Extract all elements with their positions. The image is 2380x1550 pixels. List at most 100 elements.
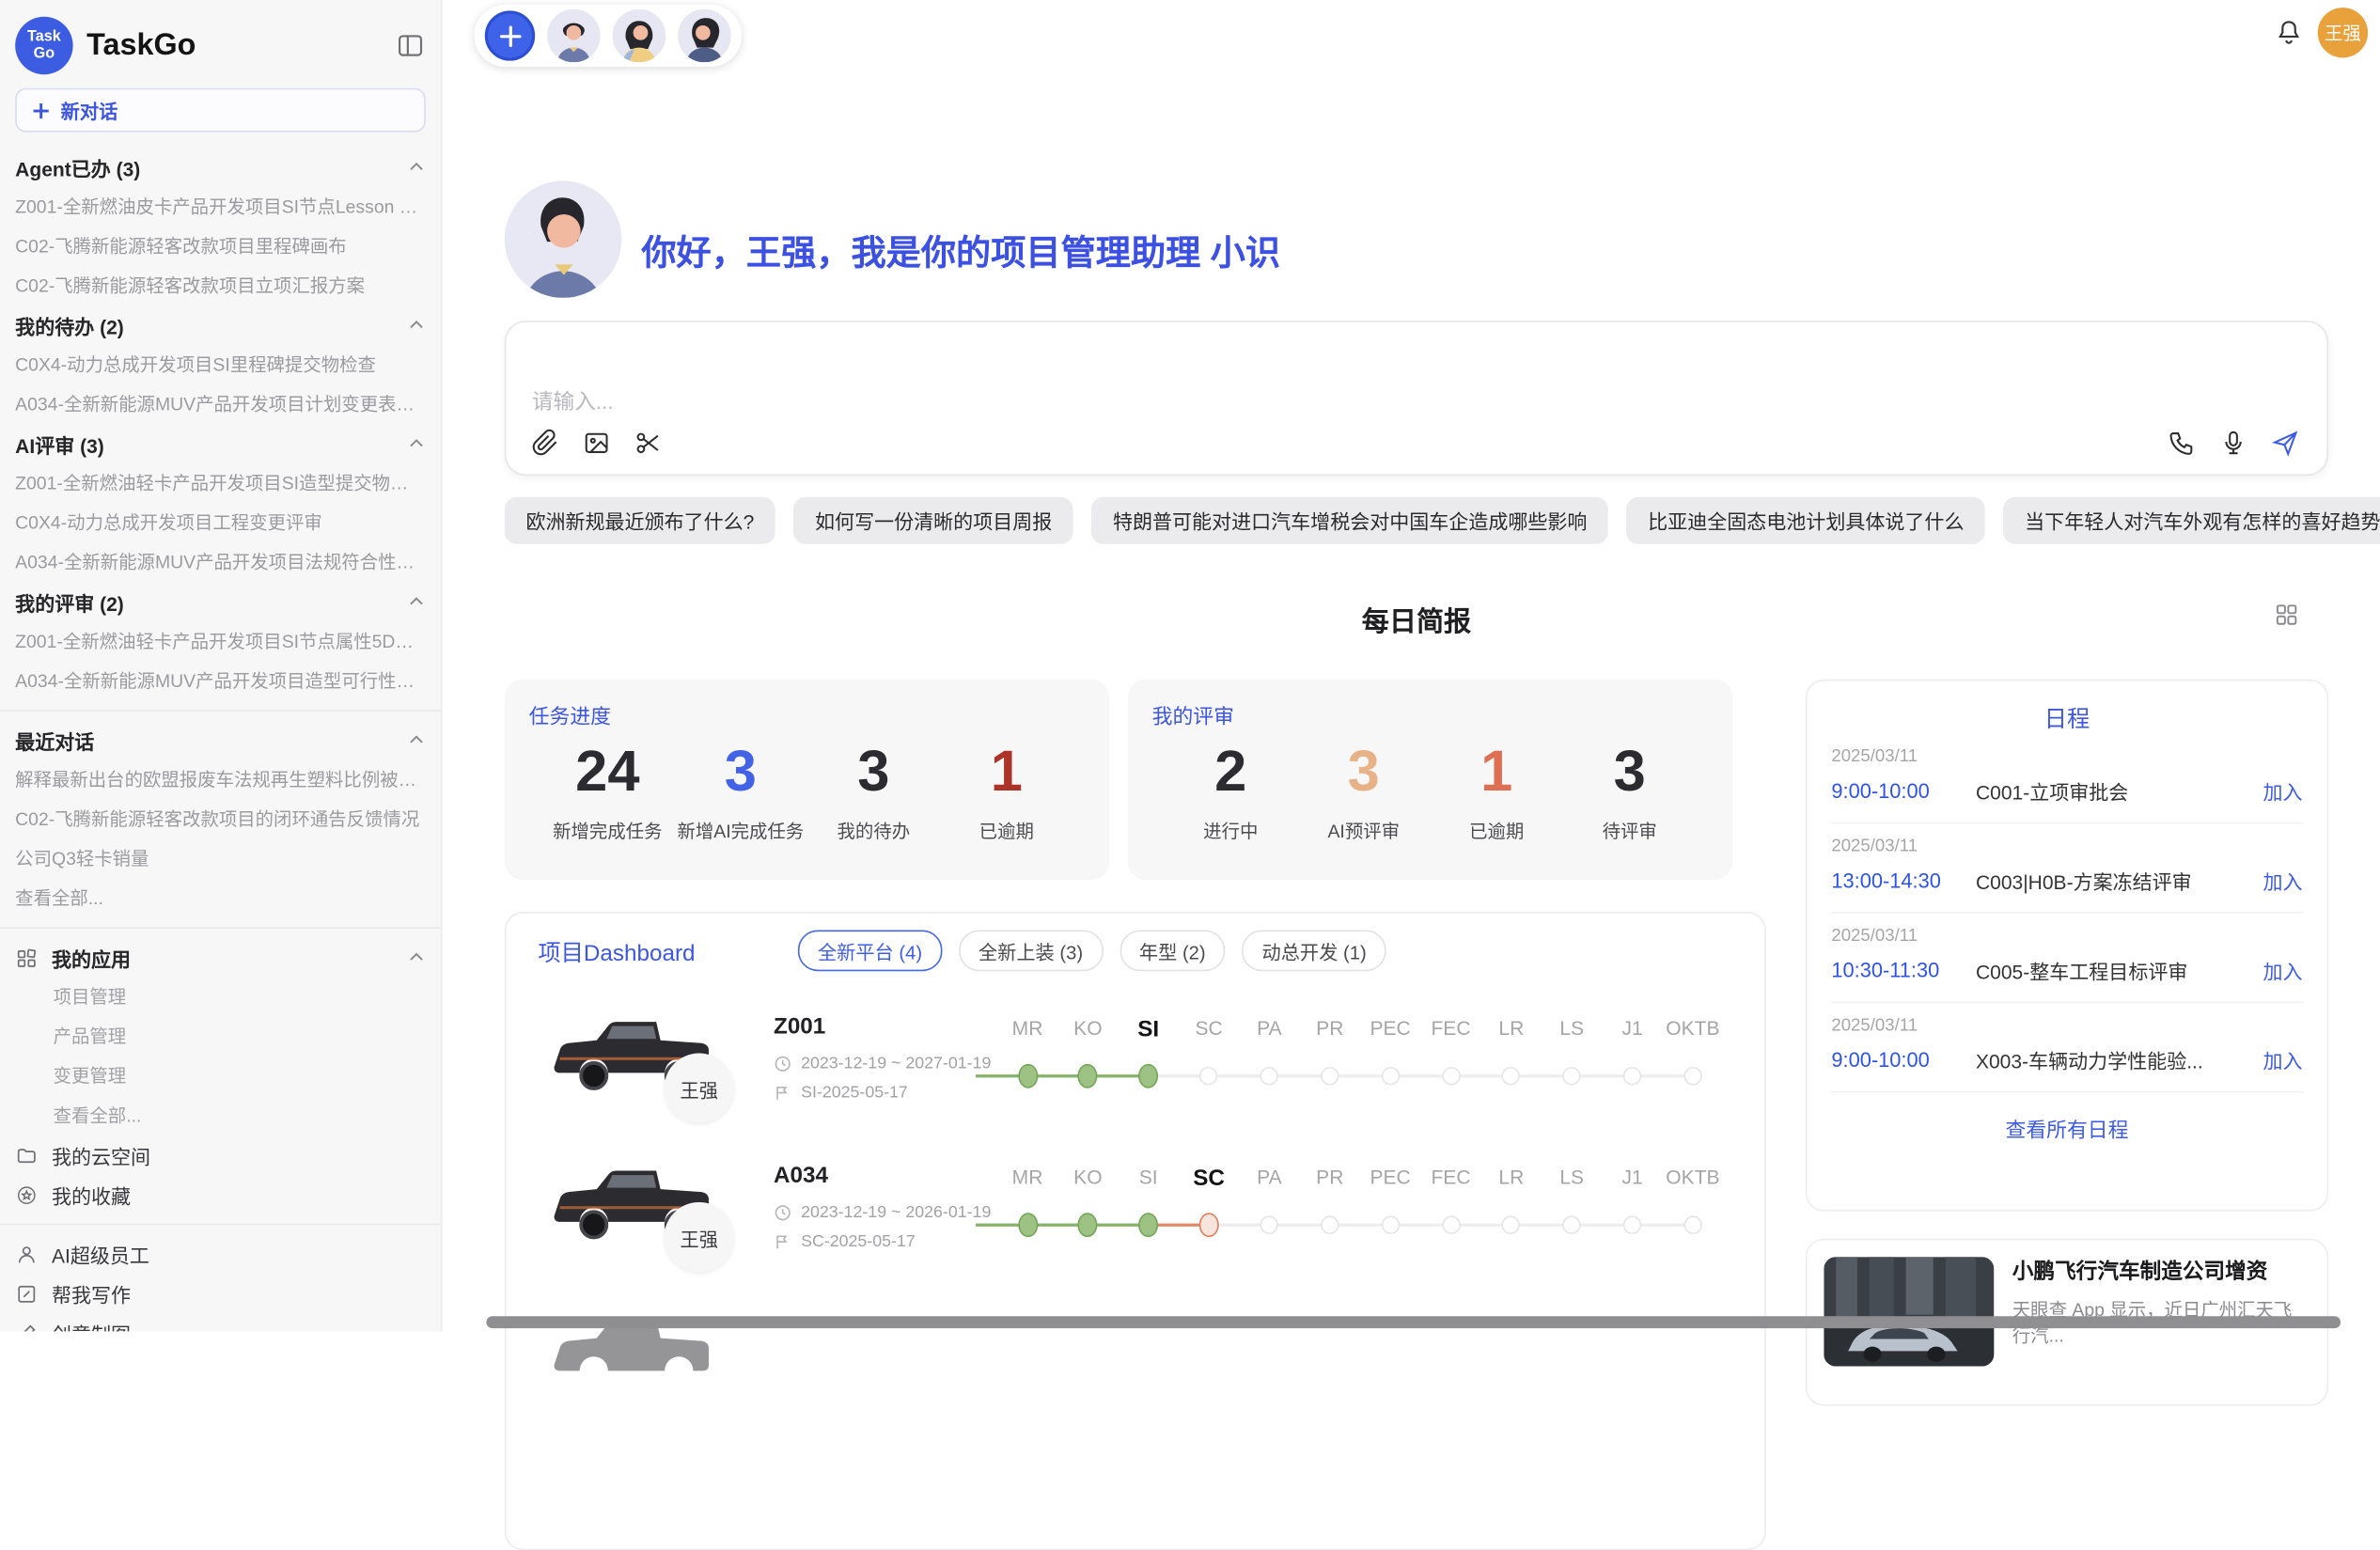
sidebar-item-ai-employee[interactable]: AI超级员工	[15, 1234, 426, 1274]
session-switcher	[474, 5, 742, 67]
apps-view-all[interactable]: 查看全部...	[15, 1096, 426, 1135]
event-name: X003-车辆动力学性能验...	[1976, 1045, 2251, 1074]
tab-all-new-platform[interactable]: 全新平台 (4)	[798, 931, 942, 972]
milestone-label: SI	[1139, 1166, 1158, 1188]
sidebar-item-cloud-space[interactable]: 我的云空间	[15, 1135, 426, 1175]
chat-input-box[interactable]: 请输入...	[505, 321, 2328, 476]
suggestion-chip[interactable]: 欧洲新规最近颁布了什么?	[505, 497, 775, 544]
paperclip-icon[interactable]	[530, 429, 559, 458]
milestone-label: MR	[1012, 1017, 1043, 1040]
sidebar-item[interactable]: C02-飞腾新能源轻客改款项目里程碑画布	[15, 227, 426, 266]
join-link[interactable]: 加入	[2263, 1045, 2303, 1074]
image-icon[interactable]	[582, 429, 611, 458]
section-my-apps[interactable]: 我的应用	[15, 938, 426, 978]
sidebar-item[interactable]: C0X4-动力总成开发项目工程变更评审	[15, 503, 426, 542]
chevron-up-icon[interactable]	[407, 158, 425, 176]
sidebar-item[interactable]: A034-全新新能源MUV产品开发项目法规符合性评审	[15, 542, 426, 582]
new-chat-button[interactable]: 新对话	[15, 88, 426, 133]
suggestion-chip[interactable]: 如何写一份清晰的项目周报	[793, 497, 1073, 544]
sidebar: Task Go TaskGo 新对话 Agent已办 (3) Z001-全新燃油…	[0, 0, 443, 1331]
avatar[interactable]	[547, 9, 601, 63]
avatar[interactable]	[613, 9, 666, 63]
milestone-label: MR	[1012, 1166, 1043, 1188]
milestone-label: KO	[1073, 1017, 1102, 1040]
user-avatar[interactable]: 王强	[2318, 8, 2368, 57]
sidebar-item[interactable]: C0X4-动力总成开发项目SI里程碑提交物检查	[15, 345, 426, 384]
sidebar-item[interactable]: A034-全新新能源MUV产品开发项目造型可行性评审	[15, 661, 426, 700]
project-milestone-flag: SC-2025-05-17	[774, 1232, 916, 1250]
milestone-label: PR	[1316, 1166, 1343, 1188]
notification-bell-icon[interactable]	[2274, 18, 2304, 48]
milestone-dot-pending	[1502, 1216, 1520, 1234]
person-icon	[15, 1243, 38, 1265]
milestone-label: PEC	[1370, 1166, 1411, 1188]
clock-icon	[774, 1204, 791, 1222]
tab-powertrain[interactable]: 动总开发 (1)	[1242, 931, 1386, 972]
recent-chat-item[interactable]: 公司Q3轻卡销量	[15, 839, 426, 879]
sidebar-item-favorites[interactable]: 我的收藏	[15, 1175, 426, 1214]
add-session-button[interactable]	[485, 10, 535, 60]
app-title: TaskGo	[86, 28, 382, 63]
sidebar-item-creative-draw[interactable]: 创意制图	[15, 1313, 426, 1331]
avatar[interactable]	[678, 9, 731, 63]
sidebar-collapse-icon[interactable]	[395, 30, 425, 60]
section-recent-chats[interactable]: 最近对话	[15, 720, 426, 759]
milestone-label: LS	[1559, 1166, 1584, 1188]
task-progress-card: 任务进度 24新增完成任务 3新增AI完成任务 3我的待办 1已逾期	[505, 680, 1110, 880]
folder-icon	[15, 1144, 38, 1166]
input-actions-toolbar	[2168, 429, 2300, 458]
milestone-label: SI	[1137, 1017, 1159, 1042]
clock-icon	[774, 1055, 791, 1072]
sidebar-item[interactable]: Z001-全新燃油轻卡产品开发项目SI造型提交物评审	[15, 463, 426, 503]
join-link[interactable]: 加入	[2263, 867, 2303, 896]
app-item-product-mgmt[interactable]: 产品管理	[15, 1017, 426, 1057]
recent-view-all[interactable]: 查看全部...	[15, 879, 426, 918]
sidebar-item[interactable]: Z001-全新燃油轻卡产品开发项目SI节点属性5D文件评审	[15, 621, 426, 661]
project-owner-badge: 王强	[665, 1202, 734, 1272]
milestone-dot-pending	[1321, 1216, 1339, 1234]
chevron-up-icon[interactable]	[407, 434, 425, 452]
suggestion-chip[interactable]: 特朗普可能对进口汽车增税会对中国车企造成哪些影响	[1091, 497, 1608, 544]
microphone-icon[interactable]	[2219, 429, 2248, 458]
milestone-label: KO	[1073, 1166, 1102, 1188]
phone-icon[interactable]	[2168, 429, 2197, 458]
section-my-todo[interactable]: 我的待办 (2)	[15, 305, 426, 345]
sidebar-item[interactable]: C02-飞腾新能源轻客改款项目立项汇报方案	[15, 266, 426, 305]
horizontal-scrollbar[interactable]	[486, 1316, 2341, 1328]
view-all-schedule-link[interactable]: 查看所有日程	[1807, 1113, 2326, 1143]
suggestion-chip[interactable]: 当下年轻人对汽车外观有怎样的喜好趋势	[2004, 497, 2380, 544]
send-icon[interactable]	[2271, 429, 2300, 458]
layout-grid-icon[interactable]	[2274, 602, 2299, 627]
tab-year-model[interactable]: 年型 (2)	[1120, 931, 1226, 972]
scissors-icon[interactable]	[634, 429, 663, 458]
project-row[interactable]: 王强 A034 2023-12-19 ~ 2026-01-19 SC-2025-…	[506, 1153, 1767, 1302]
divider	[0, 927, 441, 929]
app-item-change-mgmt[interactable]: 变更管理	[15, 1057, 426, 1096]
milestone-dot-pending	[1623, 1216, 1641, 1234]
chevron-up-icon[interactable]	[407, 948, 425, 966]
sidebar-item[interactable]: A034-全新新能源MUV产品开发项目计划变更表编写	[15, 384, 426, 424]
sidebar-item-help-write[interactable]: 帮我写作	[15, 1274, 426, 1313]
app-item-project-mgmt[interactable]: 项目管理	[15, 978, 426, 1017]
milestone-label: LR	[1498, 1166, 1524, 1188]
chevron-up-icon[interactable]	[407, 316, 425, 334]
milestone-dot-pending	[1381, 1067, 1399, 1085]
section-ai-review[interactable]: AI评审 (3)	[15, 424, 426, 463]
project-row[interactable]: 王强 Z001 2023-12-19 ~ 2027-01-19 SI-2025-…	[506, 1005, 1767, 1153]
section-my-review[interactable]: 我的评审 (2)	[15, 582, 426, 621]
card-title: 我的评审	[1152, 699, 1709, 729]
milestone-label: FEC	[1431, 1166, 1470, 1188]
schedule-event: 2025/03/11 13:00-14:30 C003|H0B-方案冻结评审 加…	[1807, 823, 2326, 895]
recent-chat-item[interactable]: C02-飞腾新能源轻客改款项目的闭环通告反馈情况	[15, 799, 426, 838]
chevron-up-icon[interactable]	[407, 731, 425, 749]
join-link[interactable]: 加入	[2263, 776, 2303, 806]
chevron-up-icon[interactable]	[407, 593, 425, 611]
section-agent-done[interactable]: Agent已办 (3)	[15, 148, 426, 187]
milestone-dot-pending	[1562, 1067, 1580, 1085]
milestone-dot-pending	[1442, 1067, 1460, 1085]
join-link[interactable]: 加入	[2263, 956, 2303, 985]
sidebar-item[interactable]: Z001-全新燃油皮卡产品开发项目SI节点Lesson Learn报告	[15, 187, 426, 227]
tab-new-body[interactable]: 全新上装 (3)	[959, 931, 1103, 972]
suggestion-chip[interactable]: 比亚迪全固态电池计划具体说了什么	[1627, 497, 1986, 544]
recent-chat-item[interactable]: 解释最新出台的欧盟报废车法规再生塑料比例被调至15%...	[15, 759, 426, 799]
